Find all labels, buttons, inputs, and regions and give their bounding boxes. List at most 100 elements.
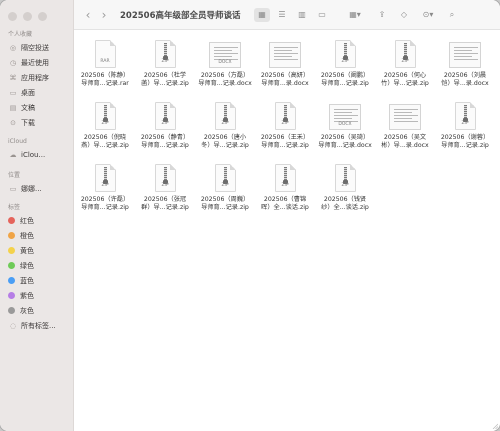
file-name: 202506（周巍） 导师育...记录.zip — [194, 196, 256, 212]
docx-file-icon: DOCX — [329, 104, 361, 130]
sidebar-section-title: 位置 — [8, 172, 21, 179]
sidebar-item-label: 紫色 — [20, 291, 34, 300]
sidebar-item[interactable]: 红色 — [0, 213, 74, 228]
tag-button[interactable]: ◇ — [396, 8, 412, 22]
file-type-label: ZIP — [281, 183, 289, 188]
icloud-icon: ☁ — [9, 150, 17, 159]
file-name-line1: 202506（何心 — [383, 72, 427, 79]
file-name: 202506（何心 竹）导...记录.zip — [374, 72, 436, 88]
file-icon-wrap: ZIP — [214, 100, 236, 130]
zip-archive-icon: ZIP — [214, 102, 236, 130]
search-button[interactable]: ⌕ — [444, 8, 460, 22]
file-icon-wrap: ZIP — [94, 100, 116, 130]
sidebar-item[interactable]: ◌ 所有标签... — [0, 318, 74, 333]
file-item[interactable]: 202506（高妍） 导师育...录.docx — [256, 38, 314, 96]
file-name-line1: 202506（许磊） — [80, 196, 130, 203]
sidebar-item[interactable]: ⌘ 应用程序 — [0, 70, 74, 85]
file-icon-wrap: ZIP — [154, 38, 176, 68]
file-icon-wrap: ZIP — [94, 162, 116, 192]
file-icon-wrap: RAR — [94, 38, 116, 68]
file-name-line2: 彬）导...录.docx — [381, 142, 429, 149]
chevron-left-icon: ‹ — [85, 7, 91, 22]
sidebar-item[interactable]: 蓝色 — [0, 273, 74, 288]
list-view-button[interactable]: ☰ — [274, 8, 290, 22]
back-button[interactable]: ‹ — [80, 0, 96, 30]
gallery-view-button[interactable]: ▭ — [314, 8, 330, 22]
file-item[interactable]: ZIP 202506（谢蓉） 导师育...记录.zip — [436, 100, 494, 158]
share-button[interactable]: ⇪ — [374, 8, 390, 22]
file-item[interactable]: 202506（吴文 彬）导...录.docx — [376, 100, 434, 158]
minimize-window-button[interactable] — [23, 12, 32, 21]
sidebar-item[interactable]: ☁ iClou... — [0, 147, 74, 162]
zip-archive-icon: ZIP — [334, 40, 356, 68]
file-item[interactable]: ZIP 202506（静青） 导师育...记录.zip — [136, 100, 194, 158]
sidebar-item-label: 蓝色 — [20, 276, 34, 285]
group-grid-icon: ▦▾ — [349, 10, 361, 19]
file-item[interactable]: 202506（刘晨 恺）导...录.docx — [436, 38, 494, 96]
file-item[interactable]: ZIP 202506（曹锦 晖）全...谈话.zip — [256, 162, 314, 220]
file-name-line2: 纱）全...谈话.zip — [321, 204, 369, 211]
more-actions-button[interactable]: ⊙▾ — [418, 8, 438, 22]
resize-grip-icon[interactable] — [492, 423, 498, 429]
file-item[interactable]: ZIP 202506（钱贤 纱）全...谈话.zip — [316, 162, 374, 220]
sidebar-item[interactable]: 紫色 — [0, 288, 74, 303]
sidebar-item[interactable]: 橙色 — [0, 228, 74, 243]
file-name-line1: 202506（高妍） — [260, 72, 310, 79]
file-item[interactable]: ZIP 202506（倪晓 燕）导...记录.zip — [76, 100, 134, 158]
icon-view-button[interactable]: ▦ — [254, 7, 270, 22]
sidebar-item[interactable]: 黄色 — [0, 243, 74, 258]
sidebar-item[interactable]: ⊙ 下载 — [0, 115, 74, 130]
file-icon-wrap: ZIP — [394, 38, 416, 68]
zipper-icon — [222, 167, 228, 184]
tag-color-dot-icon — [8, 292, 15, 299]
file-item[interactable]: ZIP 202506（王禾） 导师育...记录.zip — [256, 100, 314, 158]
file-icon-wrap: ZIP — [274, 100, 296, 130]
file-name-line1: 202506（阚鹏） — [320, 72, 370, 79]
sidebar-locations: 位置 ▭ 娜娜... — [0, 171, 74, 196]
zipper-icon — [342, 43, 348, 60]
zip-archive-icon: ZIP — [94, 164, 116, 192]
sidebar-item-label: iClou... — [21, 150, 46, 159]
file-type-label: ZIP — [161, 59, 169, 64]
file-item[interactable]: DOCX 202506（方磊） 导师育...记录.docx — [196, 38, 254, 96]
file-name-line2: 导师育...记录.zip — [261, 142, 309, 149]
file-name: 202506（陈静） 导师育...记录.rar — [74, 72, 136, 88]
file-icon-wrap: ZIP — [334, 38, 356, 68]
file-item[interactable]: ZIP 202506（何心 竹）导...记录.zip — [376, 38, 434, 96]
sidebar-item[interactable]: 绿色 — [0, 258, 74, 273]
sidebar-item[interactable]: ◷ 最近使用 — [0, 55, 74, 70]
sidebar-item[interactable]: ▭ 桌面 — [0, 85, 74, 100]
file-item[interactable]: RAR 202506（陈静） 导师育...记录.rar — [76, 38, 134, 96]
file-name: 202506（吴琦） 导师育...记录.docx — [314, 134, 376, 150]
documents-icon: ▤ — [9, 103, 17, 112]
file-name: 202506（静青） 导师育...记录.zip — [134, 134, 196, 150]
file-name: 202506（方磊） 导师育...记录.docx — [194, 72, 256, 88]
zip-archive-icon: ZIP — [154, 164, 176, 192]
file-item[interactable]: ZIP 202506（周巍） 导师育...记录.zip — [196, 162, 254, 220]
column-view-button[interactable]: ▥ — [294, 8, 310, 22]
file-name: 202506（刘晨 恺）导...录.docx — [434, 72, 496, 88]
ellipsis-icon: ⊙▾ — [422, 10, 434, 19]
file-type-label: ZIP — [341, 59, 349, 64]
file-item[interactable]: ZIP 202506（阚鹏） 导师育...记录.zip — [316, 38, 374, 96]
file-item[interactable]: ZIP 202506（许磊） 导师育...记录.zip — [76, 162, 134, 220]
file-item[interactable]: DOCX 202506（吴琦） 导师育...记录.docx — [316, 100, 374, 158]
sidebar-item[interactable]: ▤ 文稿 — [0, 100, 74, 115]
file-item[interactable]: ZIP 202506（张冠 群）导...记录.zip — [136, 162, 194, 220]
file-name-line1: 202506（倪晓 — [83, 134, 127, 141]
sidebar-item[interactable]: ▭ 娜娜... — [0, 181, 74, 196]
file-item[interactable]: ZIP 202506（杜学 菡）导...记录.zip — [136, 38, 194, 96]
zip-archive-icon: ZIP — [274, 102, 296, 130]
file-name: 202506（张冠 群）导...记录.zip — [134, 196, 196, 212]
file-type-label: ZIP — [221, 183, 229, 188]
sidebar-item[interactable]: 灰色 — [0, 303, 74, 318]
sidebar-item[interactable]: ◎ 隔空投送 — [0, 40, 74, 55]
all-tags-icon: ◌ — [9, 321, 17, 330]
file-icon-wrap: ZIP — [454, 100, 476, 130]
zoom-window-button[interactable] — [38, 12, 47, 21]
file-item[interactable]: ZIP 202506（唐小 冬）导...记录.zip — [196, 100, 254, 158]
close-window-button[interactable] — [8, 12, 17, 21]
group-button[interactable]: ▦▾ — [344, 8, 366, 22]
sidebar-item-label: 娜娜... — [21, 184, 42, 193]
forward-button[interactable]: › — [96, 0, 112, 30]
